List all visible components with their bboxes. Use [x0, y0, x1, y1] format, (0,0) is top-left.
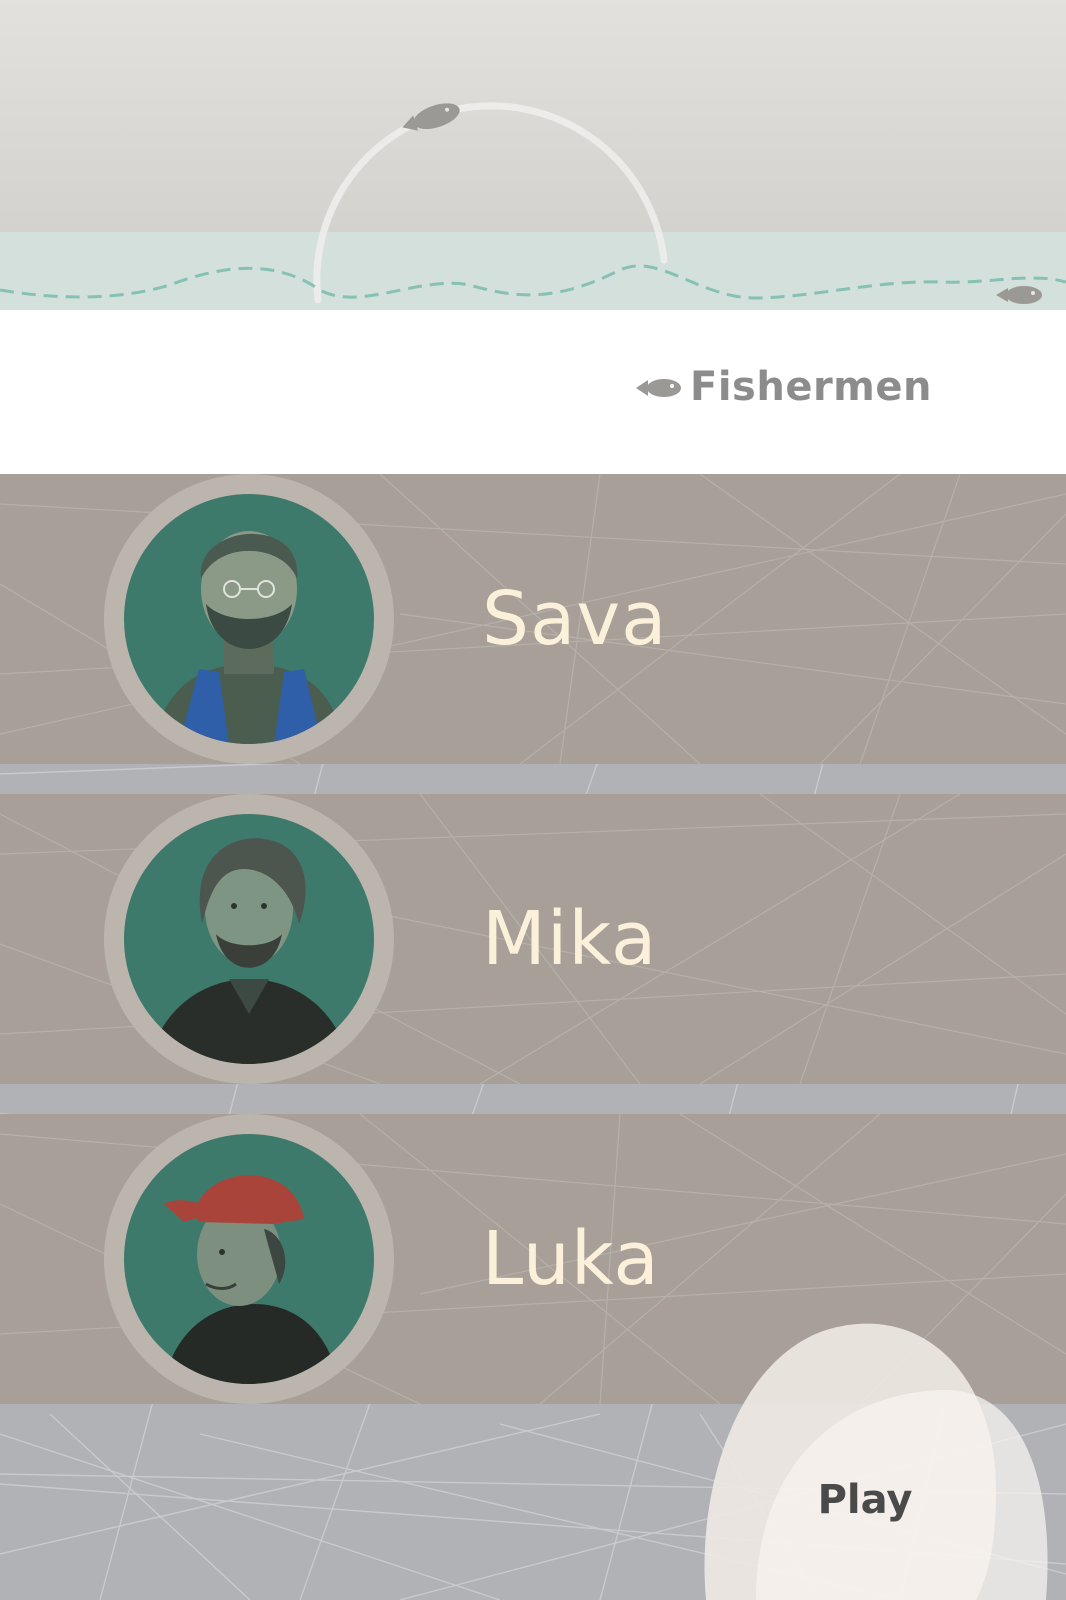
sky-header	[0, 0, 1066, 310]
swimming-fish-icon	[996, 286, 1042, 304]
fisherman-name: Luka	[482, 1216, 660, 1302]
fisherman-name: Sava	[482, 576, 668, 662]
moon-arc	[313, 102, 668, 304]
sava-portrait	[154, 531, 344, 744]
sky-illustration	[0, 102, 1066, 304]
flying-fish-icon	[402, 103, 460, 131]
page-title: Fishermen	[690, 364, 932, 410]
avatar[interactable]	[124, 1134, 374, 1384]
wave-line	[0, 264, 1066, 300]
fish-icon	[636, 379, 681, 397]
fisherman-row-sava[interactable]: Sava	[0, 474, 1066, 764]
fisherman-row-mika[interactable]: Mika	[0, 794, 1066, 1084]
avatar[interactable]	[124, 814, 374, 1064]
fisherman-name: Mika	[482, 896, 658, 982]
mika-portrait	[149, 838, 349, 1064]
avatar[interactable]	[124, 494, 374, 744]
play-button-shape	[704, 1323, 1048, 1600]
luka-portrait	[164, 1175, 339, 1384]
play-button[interactable]: Play	[790, 1470, 940, 1530]
